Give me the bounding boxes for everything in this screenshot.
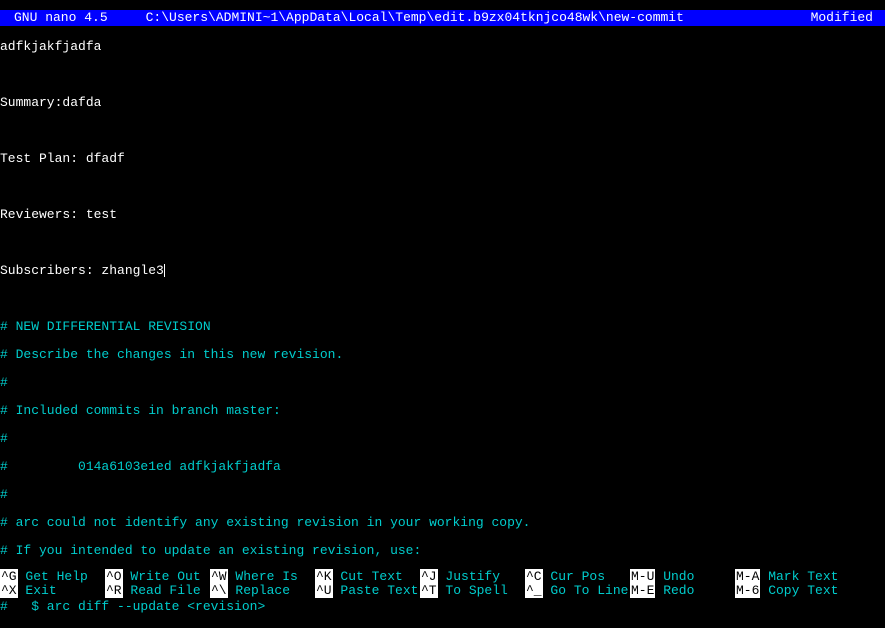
shortcut-key: ^T	[420, 583, 438, 598]
shortcut-key: M-U	[630, 569, 655, 584]
nano-header-bar: GNU nano 4.5 C:\Users\ADMINI~1\AppData\L…	[0, 10, 885, 26]
shortcut-key: ^O	[105, 569, 123, 584]
shortcut-label: Paste Text	[333, 583, 419, 598]
content-line[interactable]	[0, 124, 885, 138]
shortcut-label: Mark Text	[760, 569, 838, 584]
shortcut-label: To Spell	[438, 583, 508, 598]
exit-shortcut: ^X Exit	[0, 584, 105, 598]
shortcut-label: Get Help	[18, 569, 88, 584]
comment-line[interactable]: # Included commits in branch master:	[0, 404, 885, 418]
tospell-shortcut: ^T To Spell	[420, 584, 525, 598]
shortcut-label: Cut Text	[333, 569, 403, 584]
shortcut-key: ^J	[420, 569, 438, 584]
content-line[interactable]	[0, 68, 885, 82]
shortcut-key: ^W	[210, 569, 228, 584]
shortcut-key: ^G	[0, 569, 18, 584]
shortcut-label: Write Out	[123, 569, 201, 584]
shortcut-label: Replace	[228, 583, 290, 598]
app-name: GNU nano 4.5	[2, 10, 146, 26]
file-path: C:\Users\ADMINI~1\AppData\Local\Temp\edi…	[146, 10, 811, 26]
undo-shortcut: M-U Undo	[630, 570, 735, 584]
gotoline-shortcut: ^_ Go To Line	[525, 584, 630, 598]
writeout-shortcut: ^O Write Out	[105, 570, 210, 584]
cuttext-shortcut: ^K Cut Text	[315, 570, 420, 584]
curpos-shortcut: ^C Cur Pos	[525, 570, 630, 584]
shortcut-label: Undo	[655, 569, 694, 584]
content-line[interactable]	[0, 292, 885, 306]
editor-area[interactable]: adfkjakfjadfa Summary:dafda Test Plan: d…	[0, 26, 885, 570]
content-line[interactable]: Summary:dafda	[0, 96, 885, 110]
shortcut-key: ^C	[525, 569, 543, 584]
comment-line[interactable]: # If you intended to update an existing …	[0, 544, 885, 558]
shortcut-key: M-E	[630, 583, 655, 598]
shortcut-label: Redo	[655, 583, 694, 598]
content-line[interactable]: Test Plan: dfadf	[0, 152, 885, 166]
subscribers-text: Subscribers: zhangle3	[0, 263, 164, 278]
shortcut-label: Exit	[18, 583, 57, 598]
content-line[interactable]	[0, 180, 885, 194]
shortcut-label: Where Is	[228, 569, 298, 584]
pastetext-shortcut: ^U Paste Text	[315, 584, 420, 598]
readfile-shortcut: ^R Read File	[105, 584, 210, 598]
content-line[interactable]: adfkjakfjadfa	[0, 40, 885, 54]
modified-status: Modified	[811, 10, 883, 26]
comment-line[interactable]: #	[0, 376, 885, 390]
content-line[interactable]: Reviewers: test	[0, 208, 885, 222]
justify-shortcut: ^J Justify	[420, 570, 525, 584]
comment-line[interactable]: # $ arc diff --update <revision>	[0, 600, 885, 614]
shortcut-key: ^U	[315, 583, 333, 598]
content-line[interactable]	[0, 236, 885, 250]
whereis-shortcut: ^W Where Is	[210, 570, 315, 584]
comment-line[interactable]: # Describe the changes in this new revis…	[0, 348, 885, 362]
shortcut-key: ^K	[315, 569, 333, 584]
footer-row-1: ^G Get Help ^O Write Out ^W Where Is ^K …	[0, 570, 885, 584]
shortcut-key: ^_	[525, 583, 543, 598]
replace-shortcut: ^\ Replace	[210, 584, 315, 598]
shortcut-key: M-6	[735, 583, 760, 598]
copytext-shortcut: M-6 Copy Text	[735, 584, 885, 598]
comment-line[interactable]: # arc could not identify any existing re…	[0, 516, 885, 530]
footer-row-2: ^X Exit ^R Read File ^\ Replace ^U Paste…	[0, 584, 885, 598]
comment-line[interactable]: # 014a6103e1ed adfkjakfjadfa	[0, 460, 885, 474]
shortcut-label: Copy Text	[760, 583, 838, 598]
shortcut-key: ^X	[0, 583, 18, 598]
shortcut-label: Read File	[123, 583, 201, 598]
text-cursor	[164, 264, 165, 277]
top-blank-area	[0, 0, 885, 10]
comment-line[interactable]: #	[0, 488, 885, 502]
shortcut-label: Justify	[438, 569, 500, 584]
nano-footer: ^G Get Help ^O Write Out ^W Where Is ^K …	[0, 570, 885, 600]
help-shortcut: ^G Get Help	[0, 570, 105, 584]
marktext-shortcut: M-A Mark Text	[735, 570, 885, 584]
content-line-cursor[interactable]: Subscribers: zhangle3	[0, 264, 885, 278]
comment-line[interactable]: # NEW DIFFERENTIAL REVISION	[0, 320, 885, 334]
comment-line[interactable]: #	[0, 432, 885, 446]
redo-shortcut: M-E Redo	[630, 584, 735, 598]
shortcut-key: ^R	[105, 583, 123, 598]
shortcut-label: Cur Pos	[543, 569, 605, 584]
shortcut-key: M-A	[735, 569, 760, 584]
shortcut-key: ^\	[210, 583, 228, 598]
shortcut-label: Go To Line	[543, 583, 629, 598]
